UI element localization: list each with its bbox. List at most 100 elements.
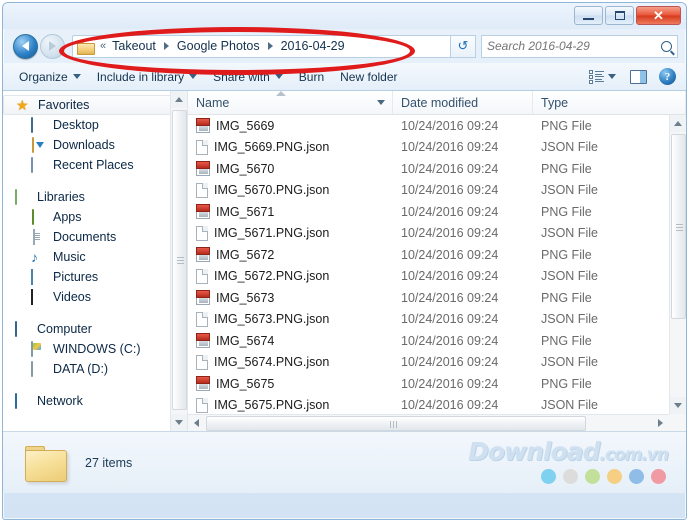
breadcrumb-separator-icon[interactable]: [267, 42, 273, 50]
table-row[interactable]: IMG_5674 10/24/2016 09:24 PNG File: [188, 330, 669, 352]
watermark-suffix: .com.vn: [599, 445, 669, 465]
column-header-date-modified[interactable]: Date modified: [393, 91, 533, 114]
view-chevron-down-icon[interactable]: [608, 74, 616, 79]
sidebar-item-network[interactable]: Network: [3, 391, 187, 411]
breadcrumb-item-google-photos[interactable]: Google Photos: [174, 38, 263, 54]
table-row[interactable]: IMG_5673.PNG.json 10/24/2016 09:24 JSON …: [188, 309, 669, 331]
toolbar-include-in-library-button[interactable]: Include in library: [89, 67, 205, 87]
star-icon: ★: [16, 96, 29, 113]
minimize-icon: [583, 17, 594, 20]
scroll-up-button[interactable]: [171, 91, 187, 108]
breadcrumb-separator-icon[interactable]: [163, 42, 169, 50]
explorer-window: ✕ « Takeout Google Photos 2016-04-29 ↺ S…: [2, 2, 687, 520]
sidebar-item-downloads[interactable]: Downloads: [3, 135, 187, 155]
breadcrumb-item-takeout[interactable]: Takeout: [109, 38, 159, 54]
png-file-icon: [196, 204, 210, 220]
file-name-cell: IMG_5674: [188, 333, 393, 349]
scroll-left-button[interactable]: [188, 415, 205, 432]
sidebar-item-windows-c[interactable]: WINDOWS (C:): [3, 339, 187, 359]
file-date-cell: 10/24/2016 09:24: [401, 376, 499, 391]
toolbar-share-with-button[interactable]: Share with: [205, 67, 291, 87]
sort-ascending-icon: [276, 91, 286, 96]
navigation-pane[interactable]: ★ Favorites Desktop Downloads Recent Pla…: [3, 91, 188, 431]
scrollbar-thumb[interactable]: [671, 134, 686, 319]
title-bar: ✕: [3, 3, 686, 29]
file-date-cell: 10/24/2016 09:24: [401, 290, 499, 305]
table-row[interactable]: IMG_5672 10/24/2016 09:24 PNG File: [188, 244, 669, 266]
file-name-label: IMG_5674.PNG.json: [214, 355, 330, 370]
forward-arrow-icon: [49, 41, 56, 51]
refresh-button[interactable]: ↺: [451, 34, 476, 58]
table-row[interactable]: IMG_5669 10/24/2016 09:24 PNG File: [188, 115, 669, 137]
search-box[interactable]: [481, 34, 678, 58]
sidebar-item-label: Computer: [37, 322, 92, 336]
chevron-up-icon: [175, 97, 183, 102]
table-row[interactable]: IMG_5670 10/24/2016 09:24 PNG File: [188, 158, 669, 180]
search-icon[interactable]: [661, 40, 672, 52]
chevron-up-icon: [674, 121, 682, 126]
file-list-horizontal-scrollbar[interactable]: [188, 414, 669, 431]
sidebar-item-videos[interactable]: Videos: [3, 287, 187, 307]
toolbar-new-folder-button[interactable]: New folder: [332, 67, 405, 87]
table-row[interactable]: IMG_5675 10/24/2016 09:24 PNG File: [188, 373, 669, 395]
table-row[interactable]: IMG_5670.PNG.json 10/24/2016 09:24 JSON …: [188, 180, 669, 202]
table-row[interactable]: IMG_5672.PNG.json 10/24/2016 09:24 JSON …: [188, 266, 669, 288]
pictures-icon: [31, 268, 33, 285]
table-row[interactable]: IMG_5675.PNG.json 10/24/2016 09:24 JSON …: [188, 395, 669, 415]
scroll-down-button[interactable]: [670, 397, 686, 414]
sidebar-item-label: WINDOWS (C:): [53, 342, 141, 356]
breadcrumb-item-2016-04-29[interactable]: 2016-04-29: [278, 38, 348, 54]
sidebar-item-recent-places[interactable]: Recent Places: [3, 155, 187, 175]
file-list-vertical-scrollbar[interactable]: [669, 115, 686, 414]
file-date-cell: 10/24/2016 09:24: [401, 161, 499, 176]
scrollbar-thumb[interactable]: [172, 110, 187, 410]
column-header-type[interactable]: Type: [533, 91, 686, 114]
back-button[interactable]: [13, 33, 38, 59]
sidebar-item-computer[interactable]: Computer: [3, 319, 187, 339]
breadcrumb-overflow-icon[interactable]: «: [97, 40, 109, 52]
breadcrumb[interactable]: « Takeout Google Photos 2016-04-29: [72, 34, 451, 58]
file-name-cell: IMG_5673: [188, 290, 393, 306]
search-input[interactable]: [487, 39, 661, 53]
table-row[interactable]: IMG_5673 10/24/2016 09:24 PNG File: [188, 287, 669, 309]
table-row[interactable]: IMG_5671 10/24/2016 09:24 PNG File: [188, 201, 669, 223]
table-row[interactable]: IMG_5674.PNG.json 10/24/2016 09:24 JSON …: [188, 352, 669, 374]
status-item-count: 27 items: [85, 455, 133, 470]
help-icon[interactable]: ?: [659, 68, 676, 85]
sidebar-item-pictures[interactable]: Pictures: [3, 267, 187, 287]
preview-pane-icon[interactable]: [630, 69, 647, 84]
scrollbar-thumb[interactable]: [206, 415, 586, 431]
minimize-button[interactable]: [574, 6, 603, 25]
nav-group-spacer: [3, 379, 187, 391]
close-icon: ✕: [653, 7, 664, 23]
column-header-name[interactable]: Name: [188, 91, 393, 114]
table-row[interactable]: IMG_5669.PNG.json 10/24/2016 09:24 JSON …: [188, 137, 669, 159]
file-list-pane[interactable]: Name Date modified Type IMG_5669 10/24/2…: [188, 91, 686, 431]
maximize-button[interactable]: [605, 6, 634, 25]
sidebar-item-documents[interactable]: Documents: [3, 227, 187, 247]
watermark-dot: [541, 469, 556, 484]
forward-button[interactable]: [40, 33, 65, 59]
file-date-cell: 10/24/2016 09:24: [401, 333, 499, 348]
status-bar: 27 items Download.com.vn: [3, 431, 686, 493]
list-view-icon[interactable]: [589, 69, 604, 84]
chevron-down-icon[interactable]: [377, 100, 385, 105]
close-button[interactable]: ✕: [636, 6, 681, 25]
table-row[interactable]: IMG_5671.PNG.json 10/24/2016 09:24 JSON …: [188, 223, 669, 245]
toolbar-organize-button[interactable]: Organize: [11, 67, 89, 87]
sidebar-item-apps[interactable]: Apps: [3, 207, 187, 227]
scroll-right-button[interactable]: [652, 415, 669, 432]
navigation-pane-scrollbar[interactable]: [170, 91, 187, 431]
sidebar-item-desktop[interactable]: Desktop: [3, 115, 187, 135]
scroll-up-button[interactable]: [670, 115, 686, 132]
scroll-down-button[interactable]: [171, 414, 187, 431]
png-file-icon: [196, 376, 210, 392]
data-drive-icon: [31, 360, 33, 377]
sidebar-item-label: Downloads: [53, 138, 115, 152]
sidebar-item-data-d[interactable]: DATA (D:): [3, 359, 187, 379]
json-file-icon: [196, 311, 208, 327]
sidebar-item-music[interactable]: ♪ Music: [3, 247, 187, 267]
sidebar-item-libraries[interactable]: Libraries: [3, 187, 187, 207]
sidebar-item-favorites[interactable]: ★ Favorites: [3, 95, 173, 115]
toolbar-burn-button[interactable]: Burn: [291, 67, 332, 87]
